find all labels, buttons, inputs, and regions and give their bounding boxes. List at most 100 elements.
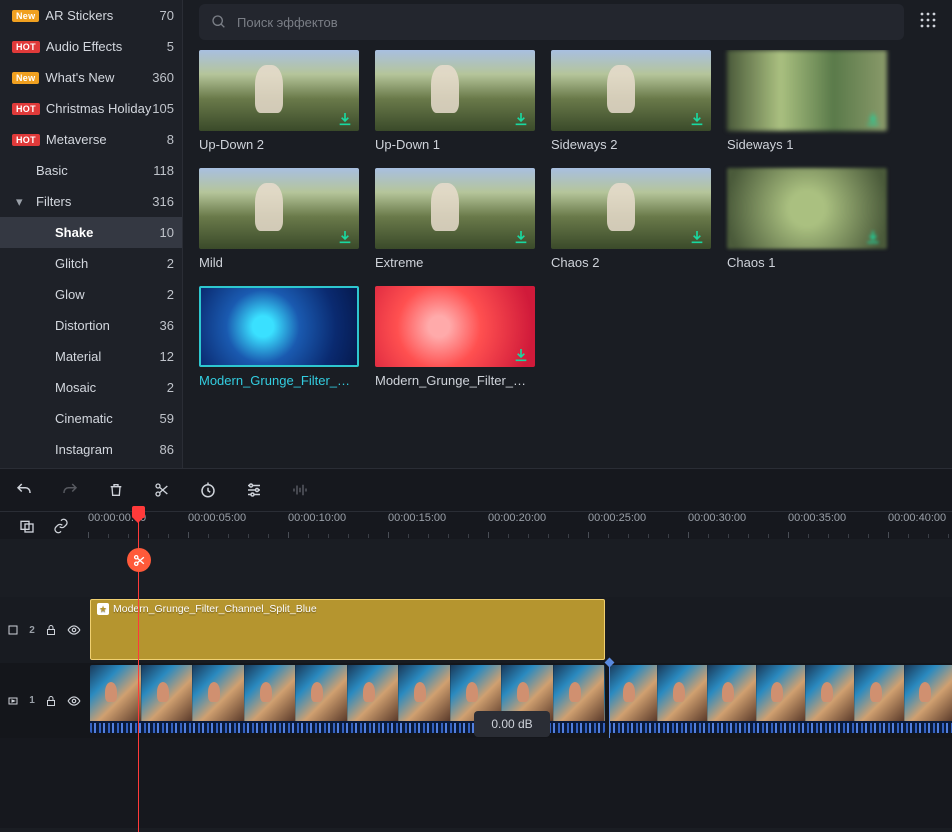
effect-card[interactable]: Modern_Grunge_Filter_Channel_Split_Blue [199, 286, 359, 388]
ruler-tick: 00:00:40:00 [888, 512, 946, 524]
ruler-tick: 00:00:35:00 [788, 512, 846, 524]
effect-thumbnail [199, 168, 359, 249]
split-button[interactable] [150, 478, 174, 502]
eye-icon[interactable] [67, 694, 81, 708]
effect-thumbnail [551, 168, 711, 249]
sidebar-item-count: 8 [167, 132, 174, 147]
sidebar-item-christmas-holiday[interactable]: HOT Christmas Holiday105 [0, 93, 182, 124]
download-icon[interactable] [689, 111, 705, 127]
ruler-tick: 00:00:25:00 [588, 512, 646, 524]
sidebar-item-audio-effects[interactable]: HOTAudio Effects5 [0, 31, 182, 62]
audio-wave-button[interactable] [288, 478, 312, 502]
ruler-tick: 00:00:20:00 [488, 512, 546, 524]
effect-card[interactable]: Up-Down 2 [199, 50, 359, 152]
adjust-button[interactable] [242, 478, 266, 502]
effect-title: Mild [199, 255, 359, 270]
sidebar-item-basic[interactable]: Basic118 [0, 155, 182, 186]
effect-thumbnail [727, 168, 887, 249]
video-layer-icon [7, 695, 19, 707]
sidebar-item-count: 105 [152, 101, 174, 116]
badge: New [12, 72, 39, 84]
ruler-tick: 00:00:05:00 [188, 512, 246, 524]
search-input[interactable] [237, 15, 892, 30]
download-icon[interactable] [513, 347, 529, 363]
clip-boundary-marker[interactable] [609, 663, 610, 738]
sidebar-item-label: Filters [36, 194, 152, 209]
download-icon[interactable] [865, 111, 881, 127]
sidebar-item-what-s-new[interactable]: NewWhat's New360 [0, 62, 182, 93]
sidebar-item-material[interactable]: Material12 [0, 341, 182, 372]
sidebar-item-distortion[interactable]: Distortion36 [0, 310, 182, 341]
effect-title: Chaos 2 [551, 255, 711, 270]
sidebar-item-cinematic[interactable]: Cinematic59 [0, 403, 182, 434]
download-icon[interactable] [689, 229, 705, 245]
sidebar-item-label: Metaverse [46, 132, 167, 147]
effect-card[interactable]: Chaos 2 [551, 168, 711, 270]
sidebar-item-count: 316 [152, 194, 174, 209]
sidebar-item-label: Christmas Holiday [46, 101, 152, 116]
badge: HOT [12, 103, 40, 115]
sidebar-item-ar-stickers[interactable]: NewAR Stickers70 [0, 0, 182, 31]
link-icon[interactable] [49, 514, 73, 538]
effect-card[interactable]: Modern_Grunge_Filter_Channel_Split_Red [375, 286, 535, 388]
sidebar-item-label: Instagram [55, 442, 160, 457]
effects-grid: Up-Down 2Up-Down 1Sideways 2Sideways 1 Mi… [199, 50, 940, 388]
star-icon: ★ [97, 603, 109, 615]
db-readout[interactable]: 0.00 dB [474, 711, 550, 737]
search-bar [199, 4, 904, 40]
sidebar[interactable]: NewAR Stickers70HOTAudio Effects5 New What… [0, 0, 183, 468]
sidebar-item-mosaic[interactable]: Mosaic2 [0, 372, 182, 403]
ruler-tick: 00:00:30:00 [688, 512, 746, 524]
effect-card[interactable]: Sideways 1 [727, 50, 887, 152]
download-icon[interactable] [513, 111, 529, 127]
sidebar-item-count: 5 [167, 39, 174, 54]
download-icon[interactable] [865, 229, 881, 245]
sidebar-item-shake[interactable]: Shake10 [0, 217, 182, 248]
video-track[interactable]: 1 ▶Обзор на Aerocool Bionic G-WT-v2 ▶Обз… [0, 663, 952, 738]
download-icon[interactable] [337, 229, 353, 245]
chevron-down-icon: ▾ [16, 194, 30, 210]
overlap-mode-icon[interactable] [15, 514, 39, 538]
download-icon[interactable] [337, 111, 353, 127]
sidebar-item-label: Cinematic [55, 411, 160, 426]
effect-clip[interactable]: ★ Modern_Grunge_Filter_Channel_Split_Blu… [90, 599, 605, 660]
effect-title: Modern_Grunge_Filter_Channel_Split_Blue [199, 373, 359, 388]
playhead[interactable] [138, 512, 139, 832]
track-id-label: 2 [29, 625, 35, 636]
timeline-section: 00:00:00.0000:00:05:0000:00:10:0000:00:1… [0, 468, 952, 828]
effect-card[interactable]: Chaos 1 [727, 168, 887, 270]
effect-card[interactable]: Up-Down 1 [375, 50, 535, 152]
delete-button[interactable] [104, 478, 128, 502]
sidebar-item-label: What's New [45, 70, 152, 85]
lock-icon[interactable] [45, 624, 57, 636]
sidebar-item-count: 12 [160, 349, 174, 364]
sidebar-item-filters[interactable]: ▾ Filters316 [0, 186, 182, 217]
effect-card[interactable]: Sideways 2 [551, 50, 711, 152]
download-icon[interactable] [513, 229, 529, 245]
eye-icon[interactable] [67, 623, 81, 637]
timeline-ruler[interactable]: 00:00:00.0000:00:05:0000:00:10:0000:00:1… [88, 512, 952, 539]
split-playhead-icon[interactable] [127, 548, 151, 572]
sidebar-item-count: 118 [153, 163, 174, 178]
sidebar-item-label: Glow [55, 287, 167, 302]
badge: HOT [12, 41, 40, 53]
sidebar-item-label: Basic [36, 163, 153, 178]
redo-button[interactable] [58, 478, 82, 502]
sidebar-item-instagram[interactable]: Instagram86 [0, 434, 182, 465]
sidebar-item-glitch[interactable]: Glitch2 [0, 248, 182, 279]
grid-view-toggle-icon[interactable] [916, 2, 940, 38]
sidebar-item-glow[interactable]: Glow2 [0, 279, 182, 310]
sidebar-item-label: Shake [55, 225, 160, 240]
speed-button[interactable] [196, 478, 220, 502]
lock-icon[interactable] [45, 695, 57, 707]
video-clip[interactable]: ▶Обзор на Aerocool Bionic G-WT-v2 [609, 665, 952, 733]
effects-track[interactable]: 2 ★ Modern_Grunge_Filter_Channel_Split_B… [0, 597, 952, 663]
effect-card[interactable]: Mild [199, 168, 359, 270]
effect-thumbnail [199, 50, 359, 131]
effect-card[interactable]: Extreme [375, 168, 535, 270]
search-icon [211, 14, 227, 30]
undo-button[interactable] [12, 478, 36, 502]
effect-title: Modern_Grunge_Filter_Channel_Split_Red [375, 373, 535, 388]
layer-icon [7, 624, 19, 636]
sidebar-item-metaverse[interactable]: HOTMetaverse8 [0, 124, 182, 155]
